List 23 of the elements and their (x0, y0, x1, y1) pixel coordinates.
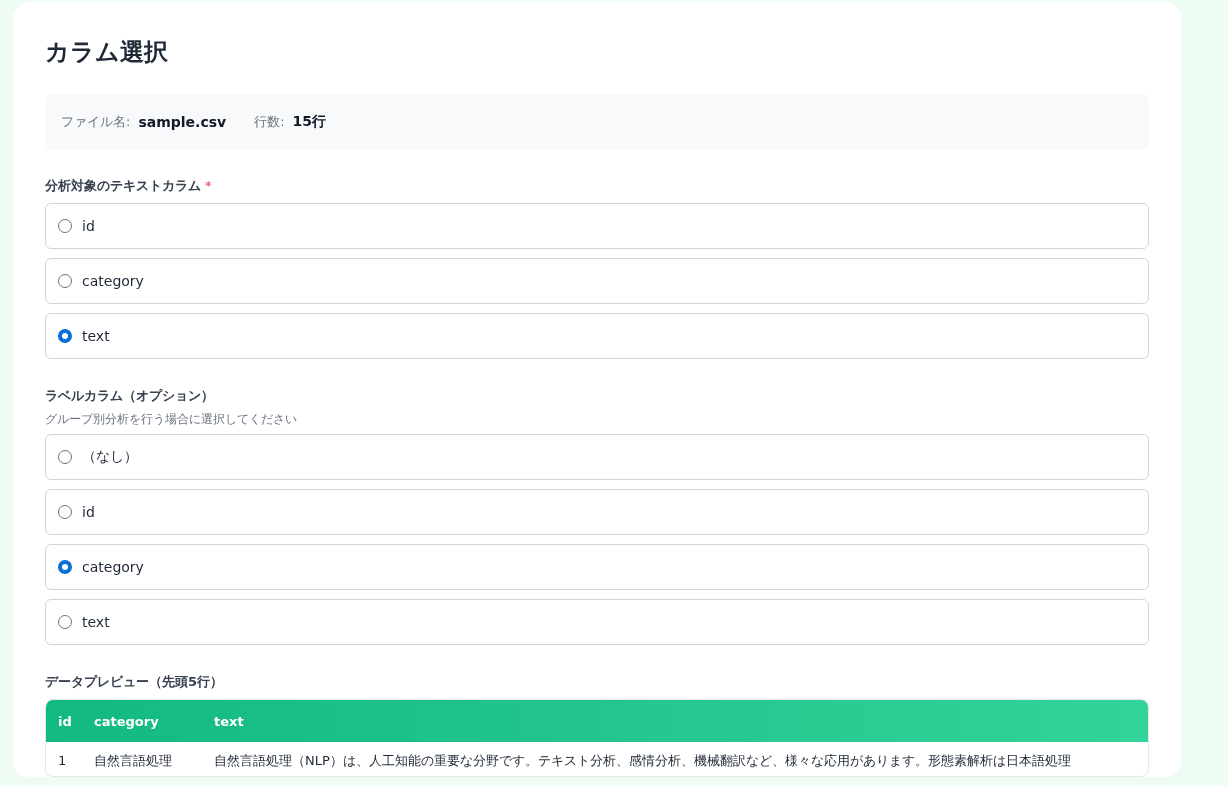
column-header: text (214, 713, 245, 729)
required-mark: * (205, 178, 212, 193)
column-header: id (58, 713, 73, 729)
section-label: ラベルカラム（オプション） (45, 387, 214, 405)
info-label: ファイル名: (61, 113, 131, 131)
radio-option[interactable]: （なし） (45, 434, 1149, 480)
info-value: 15行 (292, 113, 327, 131)
page-title: カラム選択 (45, 37, 169, 68)
column-header: category (94, 713, 160, 729)
table-cell-text: 自然言語処理 (94, 752, 173, 770)
radio-option[interactable]: id (45, 489, 1149, 535)
table-cell-text: 自然言語処理（NLP）は、人工知能の重要な分野です。テキスト分析、感情分析、機械翻訳など、様々な応用があります。形態素解析は日本語処理 (214, 752, 1072, 770)
table-cell-text: 1 (58, 752, 68, 770)
section-label: データプレビュー（先頭5行） (45, 673, 224, 691)
hint-text: グループ別分析を行う場合に選択してください (45, 411, 298, 428)
radio-option[interactable]: id (45, 203, 1149, 249)
radio-option[interactable]: text (45, 599, 1149, 645)
info-label: 行数: (254, 113, 285, 131)
radio-option[interactable]: category (45, 544, 1149, 590)
radio-option[interactable]: category (45, 258, 1149, 304)
section-label: 分析対象のテキストカラム (45, 177, 201, 195)
info-value: sample.csv (138, 114, 227, 130)
radio-option[interactable]: text (45, 313, 1149, 359)
